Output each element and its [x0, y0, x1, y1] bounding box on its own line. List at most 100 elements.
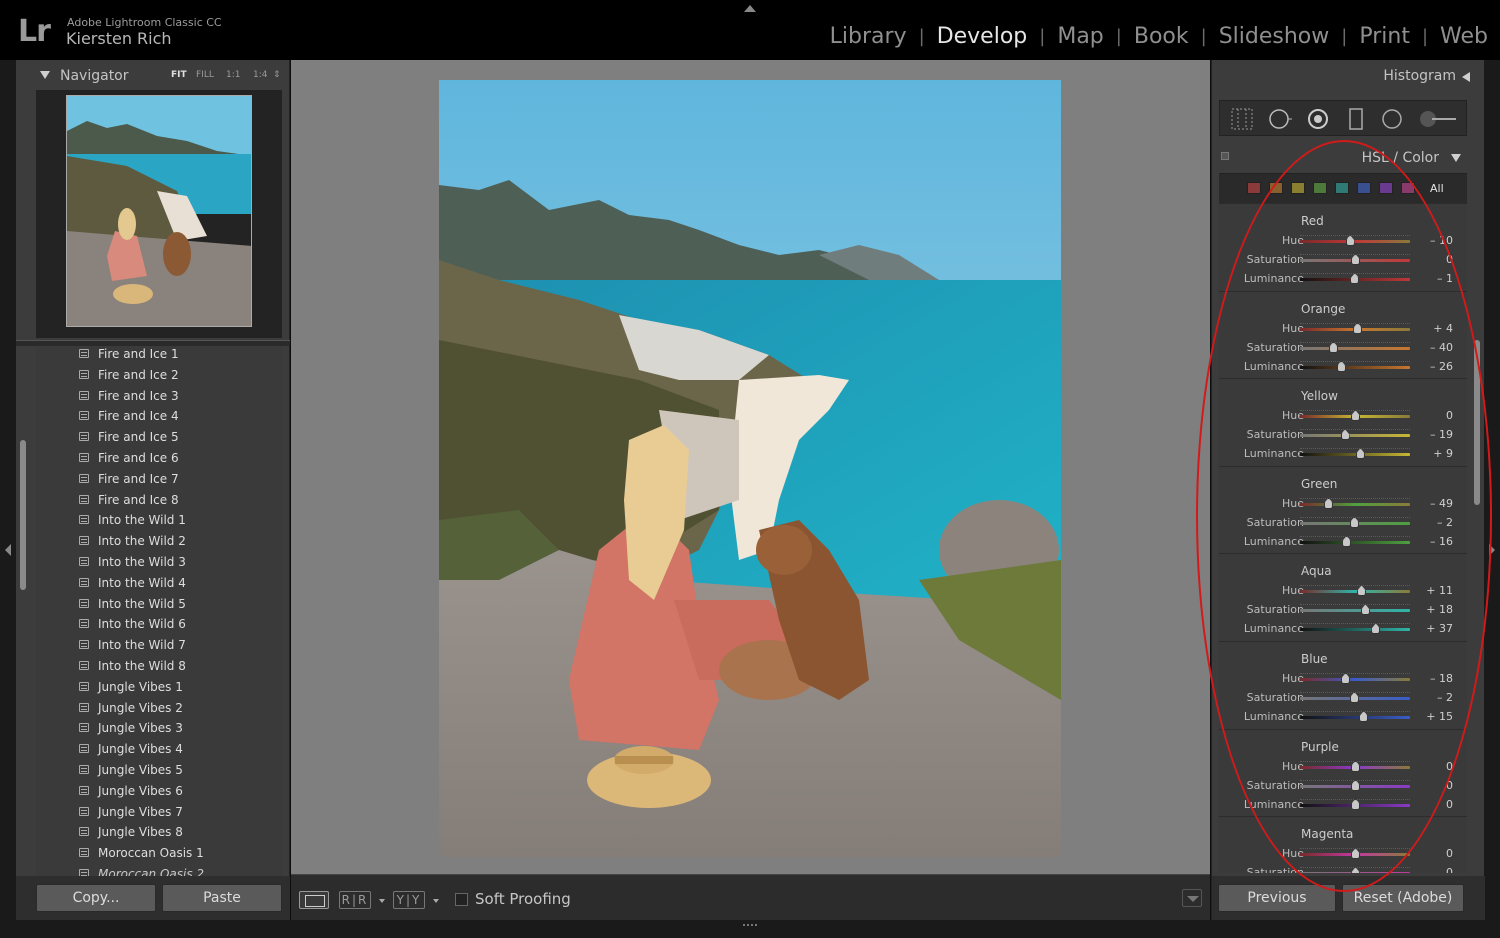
filmstrip-toggle-icon[interactable] — [743, 924, 757, 932]
preset-item[interactable]: Jungle Vibes 8 — [36, 822, 282, 843]
preset-item[interactable]: Into the Wild 6 — [36, 614, 282, 635]
preset-item[interactable]: Into the Wild 1 — [36, 510, 282, 531]
color-swatch[interactable] — [1357, 182, 1371, 194]
preset-item[interactable]: Jungle Vibes 4 — [36, 739, 282, 760]
preset-item[interactable]: Fire and Ice 7 — [36, 469, 282, 490]
navigator-thumbnail[interactable] — [66, 95, 252, 327]
preset-item[interactable]: Into the Wild 3 — [36, 552, 282, 573]
hsl-color-header[interactable]: HSL / Color — [1219, 144, 1467, 172]
hue-slider[interactable] — [1300, 410, 1410, 422]
preset-item[interactable]: Jungle Vibes 2 — [36, 698, 282, 719]
saturation-value[interactable]: 0 — [1403, 253, 1453, 266]
hue-value[interactable]: – 10 — [1403, 234, 1453, 247]
hue-slider[interactable] — [1300, 497, 1410, 509]
all-colors-button[interactable]: All — [1430, 182, 1444, 195]
luminance-value[interactable]: 0 — [1403, 798, 1453, 811]
hue-value[interactable]: 0 — [1403, 760, 1453, 773]
hsl-color-title[interactable]: HSL / Color — [1362, 150, 1439, 166]
preset-item[interactable]: Into the Wild 7 — [36, 635, 282, 656]
red-eye-icon[interactable] — [1306, 107, 1330, 131]
luminance-value[interactable]: – 16 — [1403, 535, 1453, 548]
preset-item[interactable]: Fire and Ice 3 — [36, 386, 282, 407]
collapse-left-icon[interactable] — [5, 544, 11, 556]
luminance-value[interactable]: – 1 — [1403, 272, 1453, 285]
histogram-collapse-icon[interactable] — [1462, 72, 1470, 82]
hsl-collapse-icon[interactable] — [1451, 154, 1461, 162]
graduated-filter-icon[interactable] — [1344, 107, 1368, 131]
saturation-slider[interactable] — [1300, 867, 1410, 873]
toolbar-menu-icon[interactable] — [1182, 889, 1202, 907]
navigator-preview[interactable] — [36, 90, 282, 338]
color-swatch[interactable] — [1335, 182, 1349, 194]
previous-button[interactable]: Previous — [1218, 884, 1336, 912]
saturation-value[interactable]: + 18 — [1403, 603, 1453, 616]
hue-slider[interactable] — [1300, 848, 1410, 860]
saturation-value[interactable]: – 40 — [1403, 341, 1453, 354]
hue-value[interactable]: 0 — [1403, 847, 1453, 860]
presets-scrollbar[interactable] — [20, 440, 26, 590]
color-swatch[interactable] — [1401, 182, 1415, 194]
luminance-value[interactable]: – 26 — [1403, 360, 1453, 373]
zoom-1-1[interactable]: 1:1 — [226, 70, 240, 80]
collapse-right-icon[interactable] — [1489, 544, 1495, 556]
right-panel-scrollbar[interactable] — [1474, 340, 1480, 505]
hue-slider[interactable] — [1300, 235, 1410, 246]
module-develop[interactable]: Develop — [937, 24, 1028, 49]
saturation-value[interactable]: – 2 — [1403, 516, 1453, 529]
zoom-fill[interactable]: FILL — [196, 70, 214, 80]
preset-item[interactable]: Fire and Ice 5 — [36, 427, 282, 448]
saturation-slider[interactable] — [1300, 341, 1410, 353]
collapse-top-panel-icon[interactable] — [744, 5, 756, 12]
histogram-title[interactable]: Histogram — [1383, 68, 1456, 84]
saturation-slider[interactable] — [1300, 429, 1410, 441]
navigator-header[interactable]: Navigator FIT FILL 1:1 1:4 ⇕ — [16, 60, 290, 90]
preset-item[interactable]: Fire and Ice 8 — [36, 490, 282, 511]
preset-item[interactable]: Moroccan Oasis 2 — [36, 864, 282, 876]
saturation-slider[interactable] — [1300, 516, 1410, 528]
preset-item[interactable]: Fire and Ice 1 — [36, 346, 282, 365]
right-panel-edge[interactable] — [1484, 60, 1500, 920]
preset-item[interactable]: Fire and Ice 2 — [36, 365, 282, 386]
left-panel-edge[interactable] — [0, 60, 16, 920]
luminance-value[interactable]: + 37 — [1403, 622, 1453, 635]
adjustment-brush-icon[interactable] — [1418, 107, 1458, 131]
hue-slider[interactable] — [1300, 322, 1410, 334]
luminance-slider[interactable] — [1300, 535, 1410, 547]
saturation-slider[interactable] — [1300, 692, 1410, 703]
preset-item[interactable]: Jungle Vibes 5 — [36, 760, 282, 781]
copy-button[interactable]: Copy... — [36, 884, 156, 912]
soft-proofing-checkbox[interactable] — [455, 893, 468, 906]
saturation-value[interactable]: – 19 — [1403, 428, 1453, 441]
color-swatch[interactable] — [1291, 182, 1305, 194]
paste-button[interactable]: Paste — [162, 884, 282, 912]
preset-item[interactable]: Into the Wild 2 — [36, 531, 282, 552]
before-after-lr-button[interactable]: R|R — [339, 891, 371, 909]
preset-item[interactable]: Jungle Vibes 7 — [36, 802, 282, 823]
luminance-slider[interactable] — [1300, 360, 1410, 372]
luminance-slider[interactable] — [1300, 623, 1410, 635]
saturation-value[interactable]: – 2 — [1403, 691, 1453, 704]
saturation-slider[interactable] — [1300, 254, 1410, 265]
before-after-dropdown-icon[interactable] — [379, 899, 385, 903]
luminance-slider[interactable] — [1300, 448, 1410, 460]
preset-item[interactable]: Into the Wild 8 — [36, 656, 282, 677]
loupe-view-icon[interactable] — [299, 891, 329, 909]
luminance-value[interactable]: + 9 — [1403, 447, 1453, 460]
luminance-slider[interactable] — [1300, 711, 1410, 722]
spot-removal-icon[interactable] — [1268, 107, 1292, 131]
panel-switch-icon[interactable] — [1221, 152, 1229, 160]
reset-button[interactable]: Reset (Adobe) — [1342, 884, 1464, 912]
module-slideshow[interactable]: Slideshow — [1219, 24, 1330, 49]
module-print[interactable]: Print — [1359, 24, 1410, 49]
luminance-value[interactable]: + 15 — [1403, 710, 1453, 723]
preset-item[interactable]: Fire and Ice 4 — [36, 406, 282, 427]
preset-item[interactable]: Fire and Ice 6 — [36, 448, 282, 469]
hue-slider[interactable] — [1300, 673, 1410, 684]
preset-item[interactable]: Into the Wild 5 — [36, 594, 282, 615]
color-swatch[interactable] — [1269, 182, 1283, 194]
saturation-value[interactable]: 0 — [1403, 779, 1453, 792]
saturation-slider[interactable] — [1300, 779, 1410, 791]
preset-item[interactable]: Into the Wild 4 — [36, 573, 282, 594]
saturation-slider[interactable] — [1300, 604, 1410, 616]
luminance-slider[interactable] — [1300, 273, 1410, 284]
